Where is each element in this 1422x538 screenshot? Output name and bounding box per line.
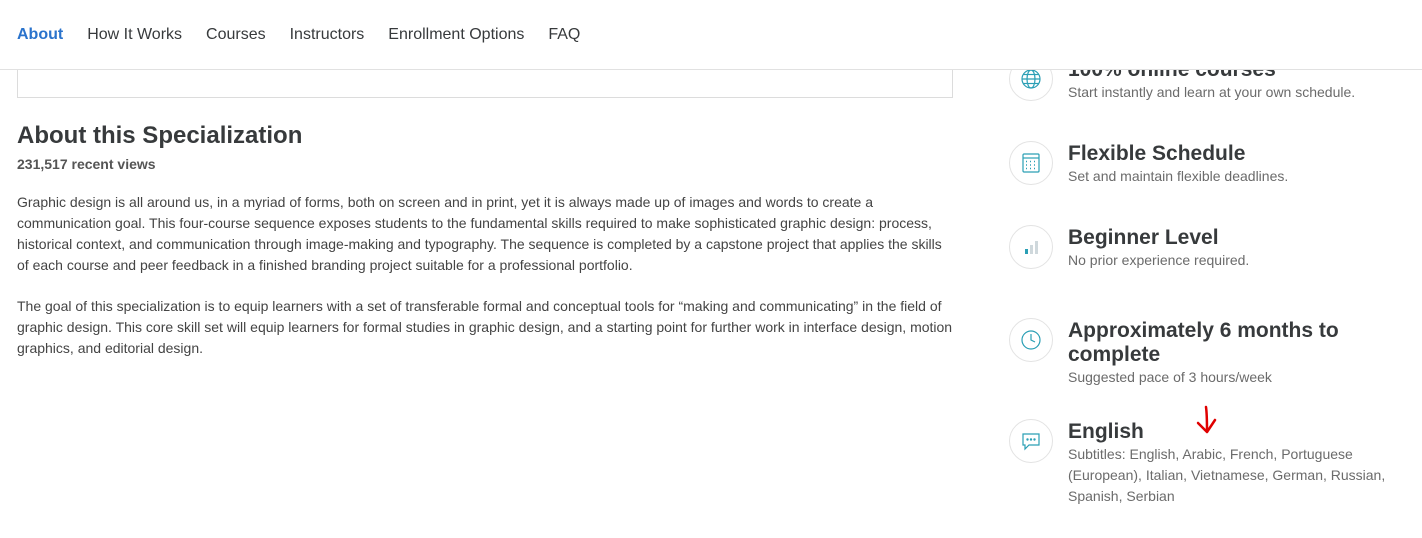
page-title: About this Specialization (17, 122, 303, 149)
description-paragraph-1: Graphic design is all around us, in a my… (17, 194, 942, 273)
feature-beginner-level: Beginner Level No prior experience requi… (1009, 225, 1409, 275)
nav-tab-instructors[interactable]: Instructors (290, 25, 365, 45)
feature-title: Approximately 6 months to complete (1068, 319, 1339, 366)
feature-subtitle: No prior experience required. (1068, 252, 1250, 268)
clock-icon (1009, 318, 1053, 362)
description-paragraph-2: The goal of this specialization is to eq… (17, 298, 953, 356)
feature-subtitle: Start instantly and learn at your own sc… (1068, 84, 1356, 100)
nav-tab-enrollment-options[interactable]: Enrollment Options (388, 25, 524, 45)
top-navigation: About How It Works Courses Instructors E… (0, 0, 1422, 70)
feature-subtitle: Suggested pace of 3 hours/week (1068, 369, 1272, 385)
feature-title: Beginner Level (1068, 226, 1219, 249)
nav-tab-how-it-works[interactable]: How It Works (87, 25, 182, 45)
feature-subtitle: Set and maintain flexible deadlines. (1068, 168, 1289, 184)
feature-subtitle: Subtitles: English, Arabic, French, Port… (1068, 446, 1386, 504)
nav-tab-courses[interactable]: Courses (206, 25, 266, 45)
recent-views-count: 231,517 recent views (17, 156, 156, 172)
feature-flexible-schedule: Flexible Schedule Set and maintain flexi… (1009, 141, 1409, 191)
feature-title: English (1068, 420, 1144, 443)
chat-bubble-icon (1009, 419, 1053, 463)
red-arrow-annotation (1196, 405, 1217, 434)
nav-tab-about[interactable]: About (17, 25, 63, 45)
feature-title: Flexible Schedule (1068, 142, 1246, 165)
nav-tab-faq[interactable]: FAQ (548, 25, 580, 45)
bar-chart-icon (1009, 225, 1053, 269)
feature-duration: Approximately 6 months to complete Sugge… (1009, 318, 1409, 390)
calendar-icon (1009, 141, 1053, 185)
